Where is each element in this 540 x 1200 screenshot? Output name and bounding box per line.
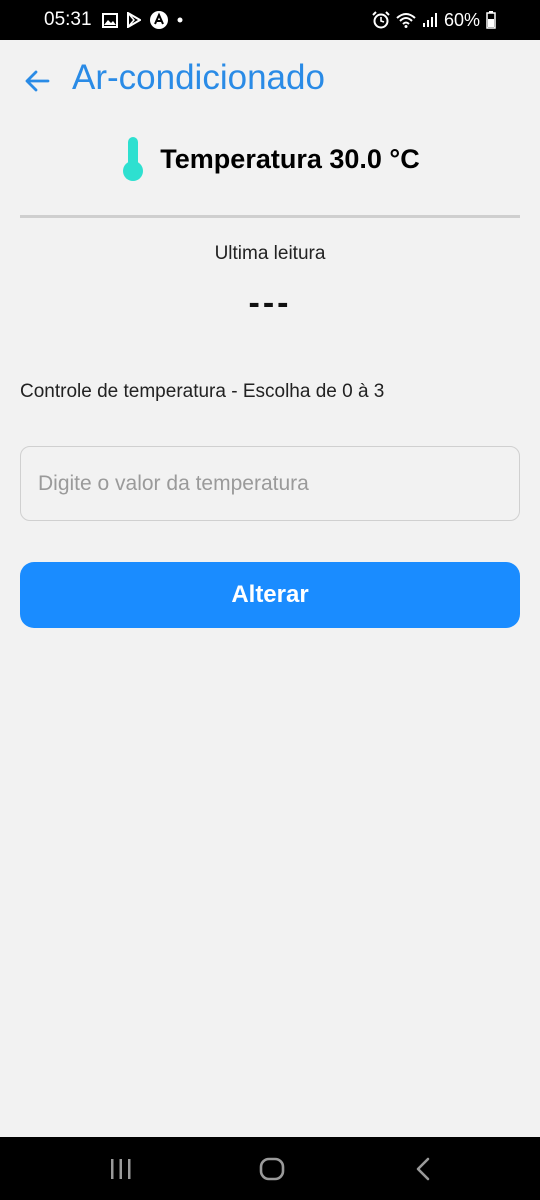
recent-apps-button[interactable] bbox=[91, 1147, 151, 1191]
status-bar: 05:31 60% bbox=[0, 0, 540, 40]
last-reading-label: Ultima leitura bbox=[214, 243, 326, 264]
battery-icon bbox=[486, 11, 496, 29]
status-system-icons: 60% bbox=[372, 9, 496, 31]
wifi-icon bbox=[396, 13, 416, 28]
gallery-icon bbox=[102, 12, 118, 28]
back-icon bbox=[416, 1157, 430, 1181]
back-button[interactable] bbox=[22, 66, 52, 96]
app-header: Ar-condicionado bbox=[0, 40, 540, 124]
change-button[interactable]: Alterar bbox=[20, 562, 520, 628]
dot-icon bbox=[177, 17, 183, 23]
arrow-left-icon bbox=[25, 70, 50, 92]
battery-percent: 60% bbox=[443, 9, 480, 30]
play-store-icon bbox=[127, 12, 141, 28]
last-reading-value: --- bbox=[248, 284, 292, 322]
temperature-label: Temperatura 30.0 °C bbox=[160, 143, 420, 174]
temperature-control-label: Controle de temperatura - Escolha de 0 à… bbox=[20, 381, 385, 402]
home-button[interactable] bbox=[242, 1147, 302, 1191]
temperature-display: Temperatura 30.0 °C bbox=[0, 133, 540, 185]
temperature-input[interactable] bbox=[20, 446, 520, 521]
signal-icon bbox=[422, 13, 437, 27]
status-time: 05:31 bbox=[44, 9, 92, 30]
page-title: Ar-condicionado bbox=[72, 58, 325, 97]
alarm-icon bbox=[372, 11, 390, 29]
home-icon bbox=[259, 1157, 285, 1181]
nav-back-button[interactable] bbox=[393, 1147, 453, 1191]
app-icon bbox=[150, 11, 168, 29]
system-nav-bar bbox=[0, 1137, 540, 1200]
status-notification-icons bbox=[102, 10, 183, 30]
divider bbox=[20, 215, 520, 218]
recent-apps-icon bbox=[111, 1159, 131, 1179]
thermometer-icon bbox=[123, 137, 144, 181]
